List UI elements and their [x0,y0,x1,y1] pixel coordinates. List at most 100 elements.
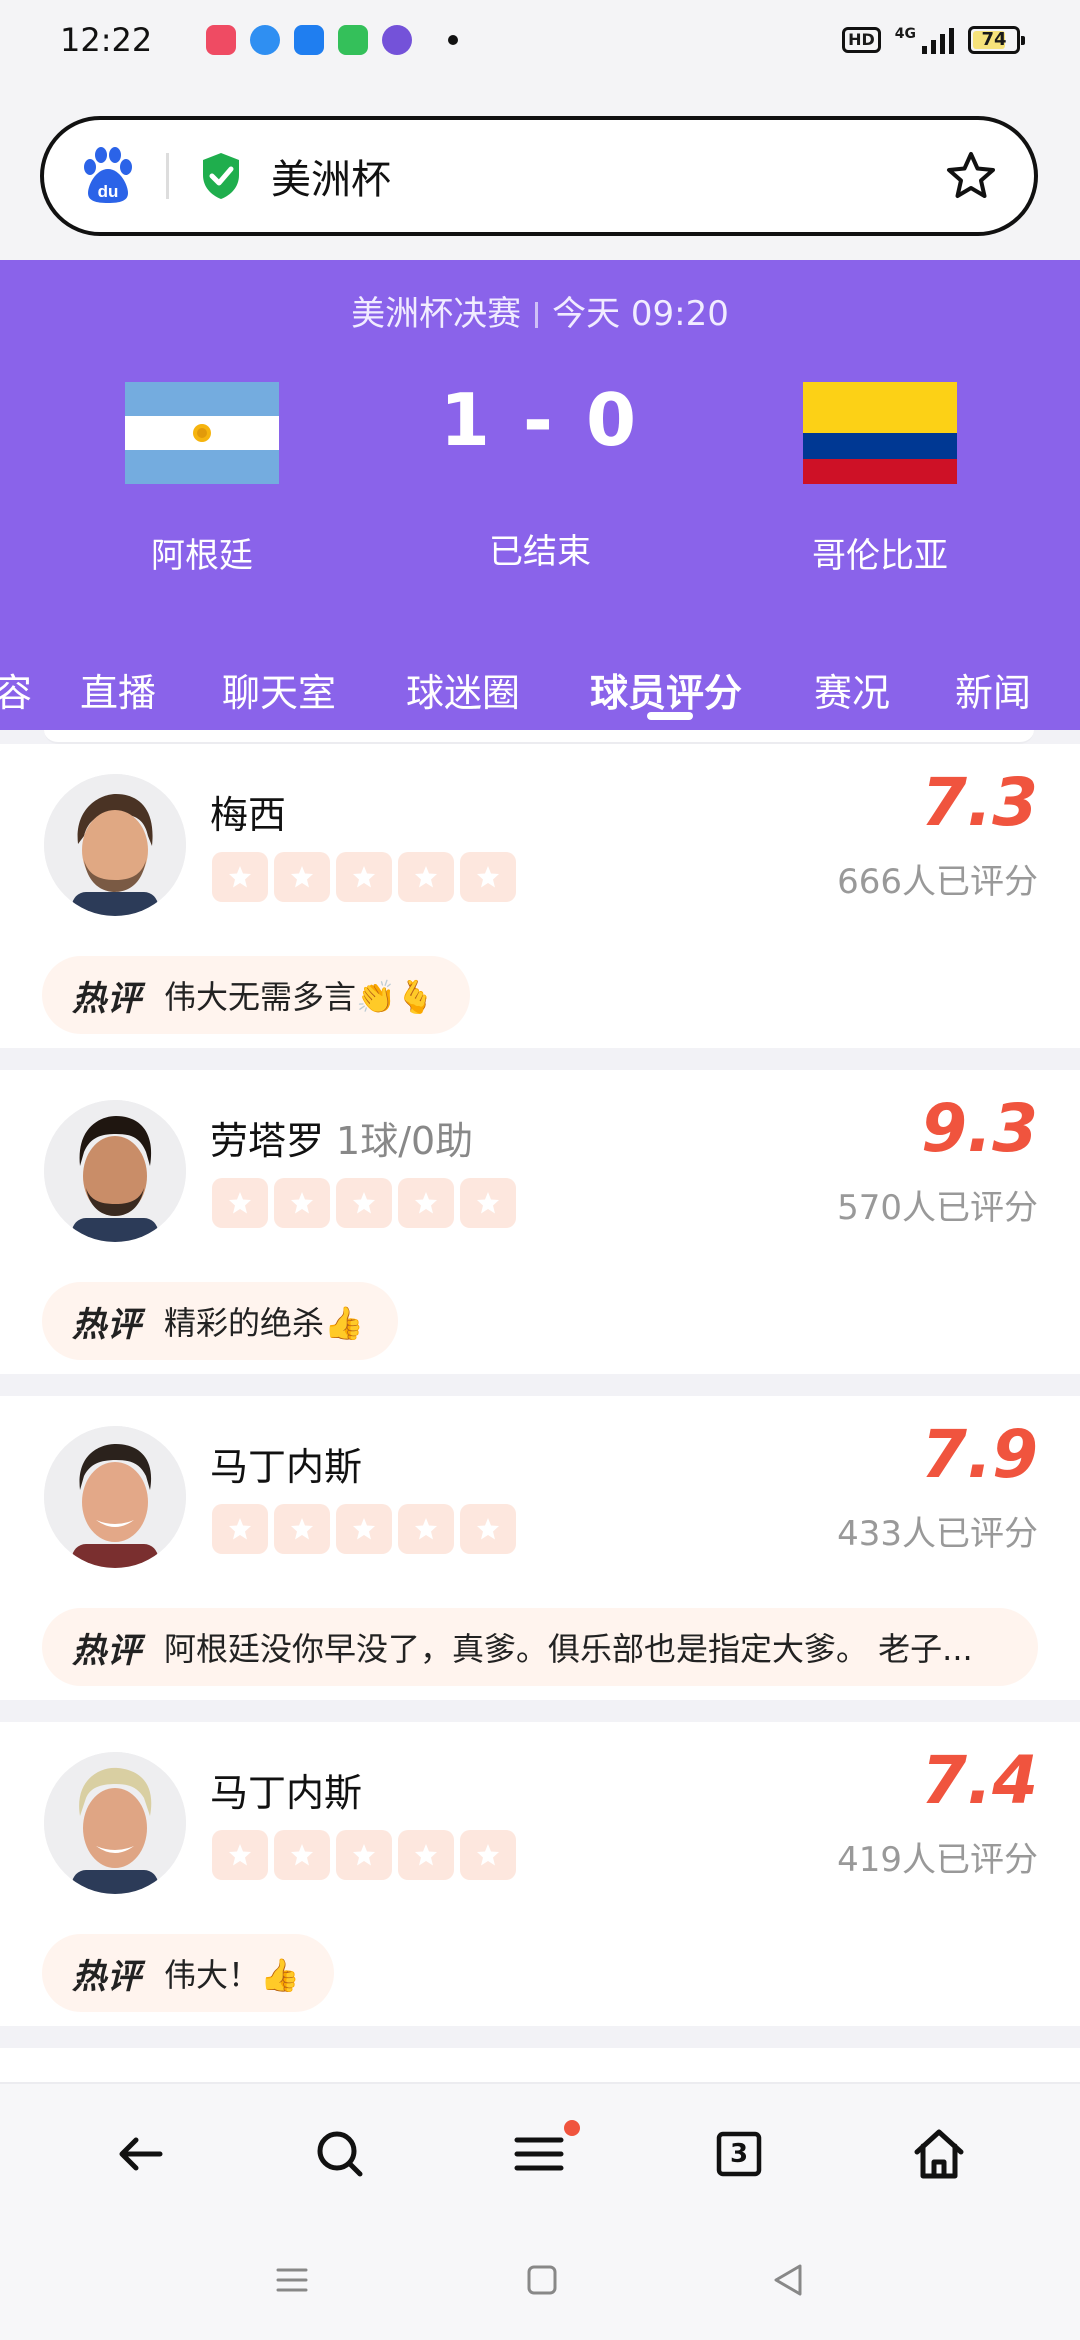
rating-stars[interactable] [212,1178,516,1228]
svg-text:du: du [98,182,119,201]
tab-partial[interactable]: 容 [0,662,32,717]
player-rating: 7.4 [921,1742,1038,1819]
argentina-flag-icon[interactable] [125,382,279,484]
tab-live[interactable]: 直播 [80,662,156,717]
hot-comment-label: 热评 [72,1956,142,1997]
hot-comment-text: 伟大！👍 [164,1956,300,1994]
player-name: 梅西 [210,793,287,837]
baidu-logo-icon[interactable]: du [80,147,136,205]
star-icon[interactable] [212,852,268,902]
player-name-row: 马丁内斯 [210,1436,374,1491]
rater-count: 666人已评分 [837,862,1038,902]
bookmark-star-icon[interactable] [944,149,998,203]
hot-comment-label: 热评 [72,1304,142,1345]
hot-comment[interactable]: 热评 精彩的绝杀👍 [42,1282,398,1360]
player-rating-list: 梅西 7.3 666人已评分 热评 伟大无需多言👏🫰 劳塔罗 1球/0助 9.3… [0,730,1080,2082]
hot-comment[interactable]: 热评 伟大无需多言👏🫰 [42,956,470,1034]
star-icon[interactable] [460,1178,516,1228]
match-header: 美洲杯决赛 今天 09:20 1 - 0 阿根廷 已结束 哥伦比亚 容 直播 聊天… [0,260,1080,730]
star-icon[interactable] [460,1830,516,1880]
away-team-name[interactable]: 哥伦比亚 [730,528,1030,577]
hot-comment[interactable]: 热评 伟大！👍 [42,1934,334,2012]
star-icon[interactable] [274,1830,330,1880]
hot-comment[interactable]: 热评 阿根廷没你早没了，真爹。俱乐部也是指定大爹。 老子... [42,1608,1038,1686]
alipay-icon [294,25,324,55]
match-time: 今天 09:20 [552,294,729,334]
player-card[interactable]: 梅西 7.3 666人已评分 热评 伟大无需多言👏🫰 [0,744,1080,1048]
browser-toolbar: 3 [0,2082,1080,2222]
network-label: 4G [894,26,916,42]
player-avatar[interactable] [44,1426,186,1568]
player-avatar[interactable] [44,1100,186,1242]
signal-icon: 4G [895,26,954,54]
home-icon[interactable] [909,2124,969,2184]
hot-comment-text: 精彩的绝杀👍 [164,1304,364,1342]
player-name: 马丁内斯 [210,1771,363,1815]
tab-count: 3 [729,2139,749,2169]
back-system-icon[interactable] [768,2260,808,2300]
star-icon[interactable] [336,1178,392,1228]
menu-icon[interactable] [509,2124,569,2184]
rating-stars[interactable] [212,1504,516,1554]
player-avatar[interactable] [44,774,186,916]
tab-bar: 容 直播 聊天室 球迷圈 球员评分 赛况 新闻 [0,640,1080,730]
recent-apps-icon[interactable] [272,2260,312,2300]
tab-news[interactable]: 新闻 [955,662,1031,717]
tabs-button[interactable]: 3 [709,2124,769,2184]
star-icon[interactable] [460,852,516,902]
player-card[interactable]: 马丁内斯 7.9 433人已评分 热评 阿根廷没你早没了，真爹。俱乐部也是指定大… [0,1396,1080,1700]
tab-fan-circle[interactable]: 球迷圈 [406,662,520,717]
battery-level: 74 [981,29,1007,50]
player-name: 马丁内斯 [210,1445,363,1489]
match-title-row: 美洲杯决赛 今天 09:20 [0,286,1080,335]
back-icon[interactable] [110,2124,170,2184]
star-icon[interactable] [398,1178,454,1228]
menu-notification-dot [564,2120,580,2136]
home-team-name[interactable]: 阿根廷 [52,528,352,577]
tab-match-stats[interactable]: 赛况 [814,662,890,717]
app-red-icon [206,25,236,55]
star-icon[interactable] [398,1504,454,1554]
star-icon[interactable] [336,852,392,902]
rater-count: 570人已评分 [837,1188,1038,1228]
search-icon[interactable] [310,2124,370,2184]
star-icon[interactable] [274,852,330,902]
player-card[interactable]: 马丁内斯 7.4 419人已评分 热评 伟大！👍 [0,1722,1080,2026]
tab-player-ratings[interactable]: 球员评分 [590,662,742,717]
battery-icon: 74 [968,26,1025,54]
rater-count: 419人已评分 [837,1840,1038,1880]
hot-comment-text: 伟大无需多言👏🫰 [164,978,436,1016]
rating-stars[interactable] [212,852,516,902]
previous-card-edge [44,730,1034,744]
match-score: 1 - 0 [439,378,641,462]
app-blue-icon [250,25,280,55]
star-icon[interactable] [212,1830,268,1880]
colombia-flag-icon[interactable] [803,382,957,484]
star-icon[interactable] [398,852,454,902]
star-icon[interactable] [212,1178,268,1228]
hd-icon: HD [842,27,881,53]
rating-stars[interactable] [212,1830,516,1880]
match-status: 已结束 [489,532,591,572]
player-avatar[interactable] [44,1752,186,1894]
star-icon[interactable] [336,1830,392,1880]
hot-comment-label: 热评 [72,1630,142,1671]
player-card[interactable]: 劳塔罗 1球/0助 9.3 570人已评分 热评 精彩的绝杀👍 [0,1070,1080,1374]
star-icon[interactable] [274,1178,330,1228]
tab-chatroom[interactable]: 聊天室 [222,662,336,717]
player-rating: 9.3 [921,1090,1038,1167]
star-icon[interactable] [460,1504,516,1554]
search-input[interactable]: 美洲杯 [271,147,391,205]
player-rating: 7.9 [921,1416,1038,1493]
search-bar[interactable]: du 美洲杯 [40,116,1038,236]
star-icon[interactable] [212,1504,268,1554]
player-name-row: 马丁内斯 [210,1762,374,1817]
star-icon[interactable] [274,1504,330,1554]
home-system-icon[interactable] [522,2260,562,2300]
player-card-partial[interactable] [0,2048,1080,2082]
player-name: 劳塔罗 [210,1119,325,1163]
system-navigation-bar [0,2222,1080,2340]
star-icon[interactable] [398,1830,454,1880]
star-icon[interactable] [336,1504,392,1554]
more-notifications-icon [448,35,458,45]
